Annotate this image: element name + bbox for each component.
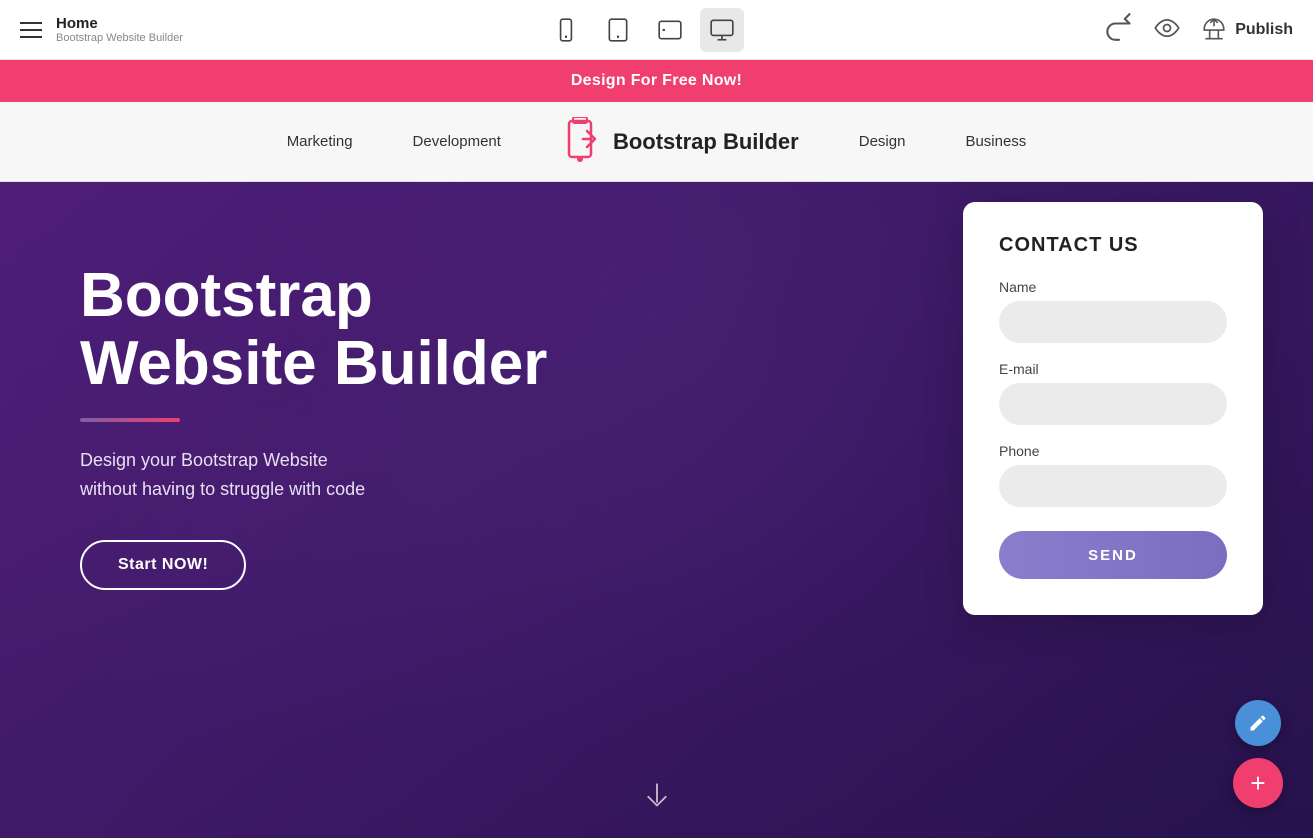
contact-card: CONTACT US Name E-mail Phone SEND (963, 202, 1263, 615)
topbar-actions: Publish (1105, 13, 1293, 47)
name-label: Name (999, 279, 1227, 295)
scroll-indicator (642, 778, 672, 808)
phone-input[interactable] (999, 465, 1227, 507)
send-button[interactable]: SEND (999, 531, 1227, 579)
phone-label: Phone (999, 443, 1227, 459)
contact-email-field: E-mail (999, 361, 1227, 425)
undo-button[interactable] (1105, 13, 1133, 47)
start-now-button[interactable]: Start NOW! (80, 540, 246, 590)
topbar-left: Home Bootstrap Website Builder (20, 15, 183, 44)
email-input[interactable] (999, 383, 1227, 425)
promo-text: Design For Free Now! (571, 72, 742, 90)
page-title: Home (56, 15, 183, 32)
site-navigation: Marketing Development Bootstrap Builder … (0, 102, 1313, 182)
nav-design[interactable]: Design (859, 133, 906, 150)
hero-title: Bootstrap Website Builder (80, 262, 547, 398)
hero-title-line2: Website Builder (80, 329, 547, 398)
add-fab-button[interactable]: + (1233, 758, 1283, 808)
topbar-title-block: Home Bootstrap Website Builder (56, 15, 183, 44)
hero-title-line1: Bootstrap (80, 261, 373, 330)
brand-name: Bootstrap Builder (613, 129, 799, 155)
tablet-landscape-button[interactable] (648, 8, 692, 52)
tablet-view-button[interactable] (596, 8, 640, 52)
scroll-down-icon (642, 778, 672, 808)
edit-fab-button[interactable] (1235, 700, 1281, 746)
contact-name-field: Name (999, 279, 1227, 343)
publish-label: Publish (1235, 21, 1293, 39)
promo-banner[interactable]: Design For Free Now! (0, 60, 1313, 102)
contact-phone-field: Phone (999, 443, 1227, 507)
nav-marketing[interactable]: Marketing (287, 133, 353, 150)
hero-subtitle: Design your Bootstrap Websitewithout hav… (80, 446, 547, 504)
add-icon: + (1250, 768, 1265, 799)
email-label: E-mail (999, 361, 1227, 377)
hero-text-block: Bootstrap Website Builder Design your Bo… (80, 262, 547, 590)
site-brand: Bootstrap Builder (561, 117, 799, 167)
mobile-view-button[interactable] (544, 8, 588, 52)
nav-development[interactable]: Development (413, 133, 501, 150)
topbar: Home Bootstrap Website Builder (0, 0, 1313, 60)
nav-business[interactable]: Business (965, 133, 1026, 150)
contact-title: CONTACT US (999, 234, 1227, 257)
brand-icon (561, 117, 603, 167)
hamburger-menu-icon[interactable] (20, 22, 42, 38)
pencil-icon (1248, 713, 1268, 733)
page-subtitle: Bootstrap Website Builder (56, 32, 183, 44)
name-input[interactable] (999, 301, 1227, 343)
fab-container: + (1233, 700, 1283, 808)
hero-section: Bootstrap Website Builder Design your Bo… (0, 182, 1313, 838)
desktop-view-button[interactable] (700, 8, 744, 52)
device-switcher (544, 8, 744, 52)
publish-button[interactable]: Publish (1201, 17, 1293, 43)
preview-button[interactable] (1153, 14, 1181, 45)
hero-divider (80, 418, 180, 422)
